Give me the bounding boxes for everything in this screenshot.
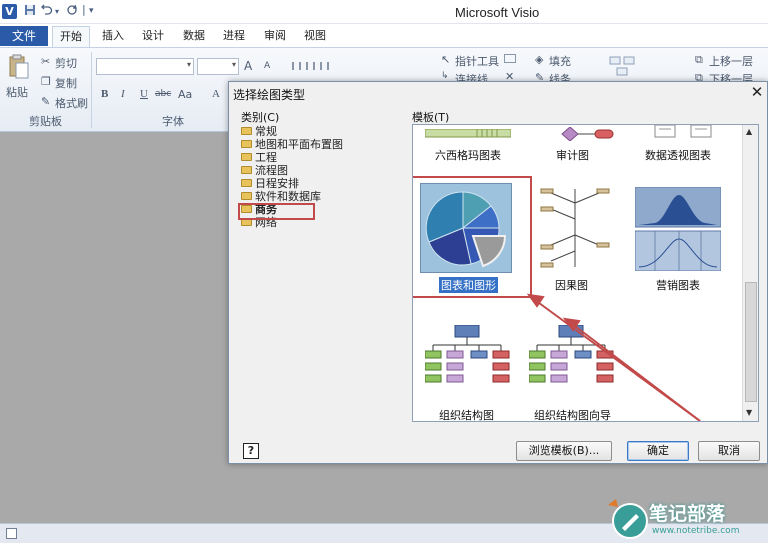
shrink-font-button[interactable]: A — [264, 61, 270, 71]
cut-icon[interactable]: ✂ — [41, 55, 50, 68]
template-gallery: 六西格玛图表 审计图 数据透视图表 图表和图形 因果图 营销图表 组织结构图 组… — [412, 124, 759, 422]
category-item[interactable]: 工程 — [241, 151, 277, 164]
copy-icon[interactable]: ❐ — [41, 75, 51, 88]
window-title: Microsoft Visio — [455, 5, 540, 20]
connector-icon[interactable]: ↳ — [441, 71, 449, 81]
template-scrollbar[interactable]: ▲ ▼ — [742, 125, 758, 421]
annotation-highlight-box — [238, 203, 315, 220]
folder-icon — [241, 140, 252, 148]
watermark-logo-icon — [608, 499, 648, 539]
category-item[interactable]: 流程图 — [241, 164, 288, 177]
category-item[interactable]: 常规 — [241, 125, 277, 138]
undo-dropdown-icon[interactable]: ▾ — [55, 7, 59, 16]
template-label: 模板(T) — [412, 111, 450, 124]
title-bar: V ▾ | ▾ Microsoft Visio — [0, 0, 768, 24]
format-painter-button[interactable]: 格式刷 — [55, 95, 88, 111]
scrollbar-thumb[interactable] — [745, 282, 757, 402]
qat-separator: | — [82, 3, 86, 16]
redo-icon[interactable] — [66, 4, 78, 19]
font-group-label: 字体 — [162, 115, 184, 128]
undo-icon[interactable] — [41, 4, 53, 19]
fill-button[interactable]: 填充 — [549, 53, 571, 69]
grow-font-button[interactable]: A — [244, 59, 252, 73]
customize-qat-icon[interactable]: ▾ — [89, 6, 94, 16]
tab-data[interactable]: 数据 — [177, 26, 211, 48]
cancel-button[interactable]: 取消 — [698, 441, 760, 461]
visio-app-icon[interactable]: V — [2, 4, 17, 19]
copy-button[interactable]: 复制 — [55, 75, 77, 91]
pointer-tool-button[interactable]: 指针工具 — [455, 53, 499, 69]
folder-icon — [241, 166, 252, 174]
strikethrough-button[interactable]: abc — [155, 89, 171, 99]
pointer-icon[interactable]: ↖ — [441, 53, 450, 66]
watermark-url: www.notetribe.com — [652, 526, 740, 536]
rectangle-tool-icon[interactable] — [504, 54, 516, 63]
tab-process[interactable]: 进程 — [217, 26, 251, 48]
choose-drawing-type-dialog: 选择绘图类型 ✕ 类别(C) 模板(T) 常规 地图和平面布置图 工程 流程图 … — [228, 81, 768, 464]
bold-button[interactable]: B — [101, 88, 108, 100]
category-item[interactable]: 软件和数据库 — [241, 190, 321, 203]
close-icon[interactable]: ✕ — [747, 83, 767, 101]
tab-design[interactable]: 设计 — [136, 26, 170, 48]
position-icon[interactable] — [608, 55, 636, 80]
clipboard-group-label: 剪贴板 — [29, 115, 62, 128]
folder-icon — [241, 127, 252, 135]
font-color-button[interactable]: A — [212, 88, 220, 100]
save-icon[interactable] — [24, 4, 36, 19]
font-size-combo[interactable]: ▾ — [197, 58, 239, 75]
chevron-down-icon: ▾ — [231, 60, 236, 69]
folder-icon — [241, 179, 252, 187]
tab-file[interactable]: 文件 — [0, 26, 48, 46]
format-painter-icon[interactable]: ✎ — [41, 95, 50, 108]
tab-home[interactable]: 开始 — [52, 26, 90, 48]
page-icon[interactable] — [6, 528, 17, 539]
help-button[interactable]: ? — [243, 443, 259, 459]
change-case-button[interactable]: Aa — [178, 88, 192, 101]
paste-icon[interactable] — [8, 54, 30, 83]
category-item[interactable]: 日程安排 — [241, 177, 299, 190]
folder-icon — [241, 192, 252, 200]
dialog-title: 选择绘图类型 — [233, 88, 306, 102]
category-list: 常规 地图和平面布置图 工程 流程图 日程安排 软件和数据库 商务 网络 — [237, 122, 403, 422]
ok-button[interactable]: 确定 — [627, 441, 689, 461]
folder-icon — [241, 153, 252, 161]
scroll-down-icon[interactable]: ▼ — [746, 408, 752, 417]
watermark-text: 笔记部落 — [649, 503, 726, 525]
bring-forward-icon[interactable]: ⧉ — [695, 53, 703, 67]
underline-button[interactable]: U — [140, 88, 148, 100]
chevron-down-icon: ▾ — [186, 60, 191, 69]
annotation-arrows — [526, 293, 701, 421]
ribbon-separator — [91, 52, 92, 128]
watermark: 笔记部落 www.notetribe.com — [606, 497, 768, 543]
italic-button[interactable]: I — [121, 88, 125, 100]
tab-insert[interactable]: 插入 — [96, 26, 130, 48]
cut-button[interactable]: 剪切 — [55, 55, 77, 71]
tab-view[interactable]: 视图 — [298, 26, 332, 48]
bring-forward-button[interactable]: 上移一层 — [709, 53, 753, 69]
category-item[interactable]: 地图和平面布置图 — [241, 138, 343, 151]
scroll-up-icon[interactable]: ▲ — [746, 127, 752, 136]
fill-icon[interactable]: ◈ — [535, 53, 543, 66]
browse-templates-button[interactable]: 浏览模板(B)... — [516, 441, 612, 461]
tab-review[interactable]: 审阅 — [258, 26, 292, 48]
font-name-combo[interactable]: ▾ — [96, 58, 194, 75]
paragraph-align-icons[interactable] — [290, 60, 430, 70]
paste-button[interactable]: 粘贴 — [6, 84, 28, 100]
